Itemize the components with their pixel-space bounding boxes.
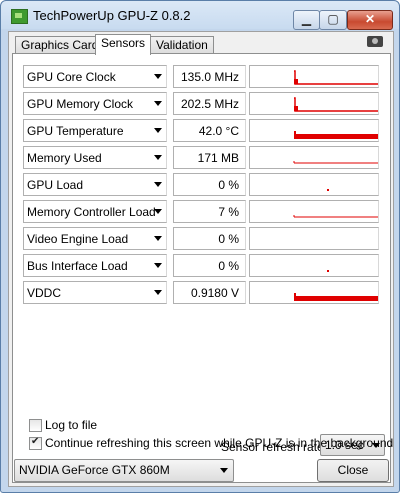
sensor-label: GPU Temperature: [27, 124, 124, 138]
chevron-down-icon: [154, 236, 162, 241]
sensor-value-box: 0 %: [173, 227, 246, 250]
sensor-row: GPU Temperature 42.0 °C: [23, 119, 381, 142]
sensor-select[interactable]: Video Engine Load: [23, 227, 167, 250]
sensor-row: Memory Controller Load 7 %: [23, 200, 381, 223]
sensor-value: 171 MB: [197, 151, 239, 165]
sensors-panel: GPU Core Clock 135.0 MHz GPU Memory Clock 2…: [12, 53, 394, 483]
sensor-row: Bus Interface Load 0 %: [23, 254, 381, 277]
sensor-value: 0 %: [218, 178, 239, 192]
continue-refreshing-checkbox[interactable]: [29, 436, 42, 450]
log-to-file-checkbox[interactable]: [29, 419, 42, 432]
close-button[interactable]: Close: [317, 459, 389, 482]
sensor-value-box: 0 %: [173, 173, 246, 196]
sensor-select[interactable]: GPU Core Clock: [23, 65, 167, 88]
minimize-button[interactable]: ▁: [293, 10, 320, 30]
sensor-graph: [249, 227, 379, 250]
sensor-value: 0 %: [218, 232, 239, 246]
chevron-down-icon: [154, 155, 162, 160]
sensor-label: GPU Memory Clock: [27, 97, 134, 111]
sensor-row: Video Engine Load 0 %: [23, 227, 381, 250]
tab-sensors[interactable]: Sensors: [95, 34, 152, 55]
sensor-value-box: 135.0 MHz: [173, 65, 246, 88]
chevron-down-icon: [154, 182, 162, 187]
tab-validation[interactable]: Validation: [150, 36, 214, 54]
sensor-label: Memory Controller Load: [27, 205, 156, 219]
sensor-select[interactable]: GPU Load: [23, 173, 167, 196]
sensor-row: GPU Memory Clock 202.5 MHz: [23, 92, 381, 115]
sensor-graph: [249, 254, 379, 277]
sensor-select[interactable]: Bus Interface Load: [23, 254, 167, 277]
sensor-label: Bus Interface Load: [27, 259, 128, 273]
chevron-down-icon: [220, 468, 228, 473]
continue-refreshing-label: Continue refreshing this screen while GP…: [45, 436, 394, 450]
sensor-value-box: 0 %: [173, 254, 246, 277]
log-to-file-label: Log to file: [45, 418, 98, 432]
sensor-label: VDDC: [27, 286, 62, 300]
tab-graphics-card[interactable]: Graphics Card: [15, 36, 105, 54]
sensor-graph: [249, 200, 379, 223]
chevron-down-icon: [154, 128, 162, 133]
client-area: Graphics Card Sensors Validation GPU Cor…: [8, 31, 394, 487]
chevron-down-icon: [154, 101, 162, 106]
sensor-graph: [249, 146, 379, 169]
sensor-graph: [249, 65, 379, 88]
sensor-graph: [249, 119, 379, 142]
chevron-down-icon: [154, 74, 162, 79]
sensor-value-box: 0.9180 V: [173, 281, 246, 304]
sensor-select[interactable]: GPU Temperature: [23, 119, 167, 142]
sensor-graph: [249, 92, 379, 115]
sensor-value-box: 42.0 °C: [173, 119, 246, 142]
sensor-row: GPU Load 0 %: [23, 173, 381, 196]
sensor-row: GPU Core Clock 135.0 MHz: [23, 65, 381, 88]
sensor-select[interactable]: Memory Used: [23, 146, 167, 169]
gpuz-app-icon: [11, 9, 28, 24]
sensor-value: 0.9180 V: [190, 286, 239, 300]
chevron-down-icon: [154, 263, 162, 268]
sensor-value: 7 %: [218, 205, 239, 219]
chevron-down-icon: [154, 209, 162, 214]
sensor-row: VDDC 0.9180 V: [23, 281, 381, 304]
sensor-value-box: 171 MB: [173, 146, 246, 169]
sensor-value: 202.5 MHz: [180, 97, 239, 111]
sensor-value: 0 %: [218, 259, 239, 273]
sensor-value: 135.0 MHz: [180, 70, 239, 84]
camera-icon[interactable]: [367, 36, 383, 47]
window-title: TechPowerUp GPU-Z 0.8.2: [33, 8, 191, 23]
sensor-value: 42.0 °C: [198, 124, 239, 138]
sensor-value-box: 202.5 MHz: [173, 92, 246, 115]
sensor-select[interactable]: VDDC: [23, 281, 167, 304]
sensor-value-box: 7 %: [173, 200, 246, 223]
gpu-select[interactable]: NVIDIA GeForce GTX 860M: [14, 459, 234, 482]
sensor-label: GPU Core Clock: [27, 70, 116, 84]
sensor-graph: [249, 173, 379, 196]
sensor-graph: [249, 281, 379, 304]
sensor-label: GPU Load: [27, 178, 84, 192]
close-window-button[interactable]: ✕: [347, 10, 393, 30]
gpu-name: NVIDIA GeForce GTX 860M: [19, 463, 170, 477]
maximize-button[interactable]: ▢: [319, 10, 347, 30]
gpuz-window: TechPowerUp GPU-Z 0.8.2 ▁ ▢ ✕ Graphics C…: [0, 0, 400, 493]
sensor-label: Memory Used: [27, 151, 102, 165]
sensor-select[interactable]: GPU Memory Clock: [23, 92, 167, 115]
title-bar[interactable]: TechPowerUp GPU-Z 0.8.2 ▁ ▢ ✕: [1, 1, 399, 31]
sensor-select[interactable]: Memory Controller Load: [23, 200, 167, 223]
chevron-down-icon: [154, 290, 162, 295]
sensor-label: Video Engine Load: [27, 232, 129, 246]
sensor-row: Memory Used 171 MB: [23, 146, 381, 169]
